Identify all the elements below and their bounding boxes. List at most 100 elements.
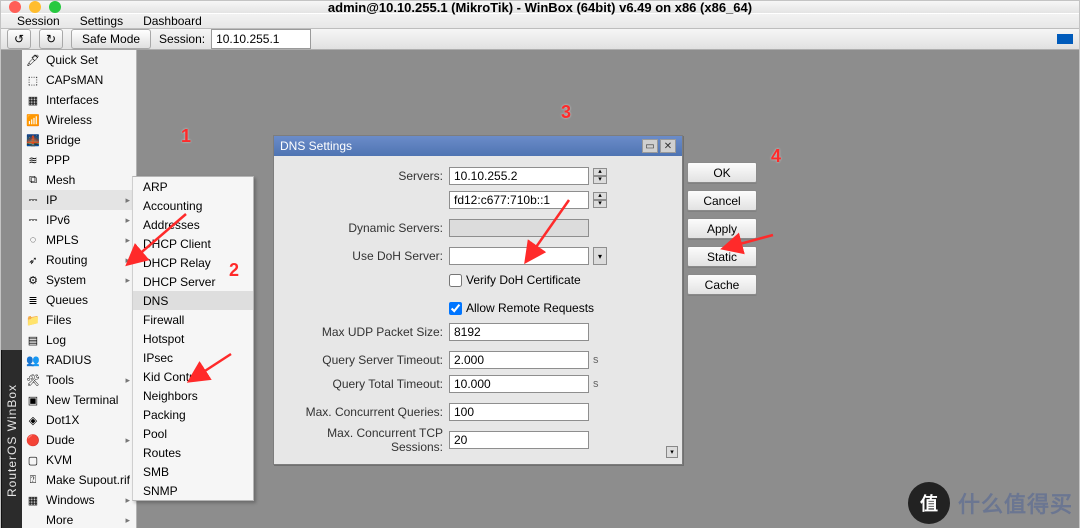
sidebar-icon: 📁 bbox=[26, 314, 40, 326]
submenu-item-packing[interactable]: Packing bbox=[133, 405, 253, 424]
annotation-4: 4 bbox=[771, 146, 781, 167]
submenu-item-dhcp-server[interactable]: DHCP Server bbox=[133, 272, 253, 291]
sidebar-item-ipv6[interactable]: ⎓IPv6▸ bbox=[22, 210, 136, 230]
cancel-button[interactable]: Cancel bbox=[687, 190, 757, 211]
sidebar-item-new-terminal[interactable]: ▣ New Terminal bbox=[22, 390, 136, 410]
sidebar-item-mpls[interactable]: ◌MPLS▸ bbox=[22, 230, 136, 250]
server1-stepper[interactable]: ▴▾ bbox=[593, 168, 607, 184]
titlebar[interactable]: admin@10.10.255.1 (MikroTik) - WinBox (6… bbox=[1, 1, 1079, 13]
sidebar-label: KVM bbox=[46, 453, 72, 467]
sidebar-label: Wireless bbox=[46, 113, 92, 127]
sidebar-item-files[interactable]: 📁Files bbox=[22, 310, 136, 330]
sidebar-item-dot1x[interactable]: ◈Dot1X bbox=[22, 410, 136, 430]
max-udp-input[interactable] bbox=[449, 323, 589, 341]
max-conc-tcp-input[interactable] bbox=[449, 431, 589, 449]
submenu-item-dhcp-client[interactable]: DHCP Client bbox=[133, 234, 253, 253]
cache-button[interactable]: Cache bbox=[687, 274, 757, 295]
doh-label: Use DoH Server: bbox=[284, 249, 449, 263]
sidebar-item-more[interactable]: More▸ bbox=[22, 510, 136, 528]
sidebar-item-ppp[interactable]: ≋PPP bbox=[22, 150, 136, 170]
apply-button[interactable]: Apply bbox=[687, 218, 757, 239]
submenu-item-ipsec[interactable]: IPsec bbox=[133, 348, 253, 367]
submenu-item-accounting[interactable]: Accounting bbox=[133, 196, 253, 215]
submenu-item-arp[interactable]: ARP bbox=[133, 177, 253, 196]
sidebar-label: New Terminal bbox=[46, 393, 118, 407]
vertical-brand: RouterOS WinBox bbox=[1, 350, 22, 528]
sidebar-label: Windows bbox=[46, 493, 95, 507]
query-server-to-label: Query Server Timeout: bbox=[284, 353, 449, 367]
dialog-minimize-icon[interactable]: ▭ bbox=[642, 139, 658, 153]
sidebar-item-radius[interactable]: 👥RADIUS bbox=[22, 350, 136, 370]
allow-remote-checkbox[interactable]: Allow Remote Requests bbox=[449, 301, 594, 315]
server1-input[interactable] bbox=[449, 167, 589, 185]
sidebar-item-mesh[interactable]: ⧉Mesh bbox=[22, 170, 136, 190]
doh-dropdown-icon[interactable]: ▾ bbox=[593, 247, 607, 265]
static-button[interactable]: Static bbox=[687, 246, 757, 267]
safe-mode-button[interactable]: Safe Mode bbox=[71, 29, 151, 49]
ok-button[interactable]: OK bbox=[687, 162, 757, 183]
submenu-item-dns[interactable]: DNS bbox=[133, 291, 253, 310]
maximize-icon[interactable] bbox=[49, 1, 61, 13]
sidebar-label: Dot1X bbox=[46, 413, 79, 427]
sidebar-item-quick-set[interactable]: 🖊Quick Set bbox=[22, 50, 136, 70]
submenu-item-hotspot[interactable]: Hotspot bbox=[133, 329, 253, 348]
sidebar-item-system[interactable]: ⚙System▸ bbox=[22, 270, 136, 290]
doh-server-input[interactable] bbox=[449, 247, 589, 265]
session-field[interactable] bbox=[211, 29, 311, 49]
annotation-1: 1 bbox=[181, 126, 191, 147]
dialog-close-icon[interactable]: ✕ bbox=[660, 139, 676, 153]
server2-stepper[interactable]: ▴▾ bbox=[593, 192, 607, 208]
watermark: 值 什么值得买 bbox=[908, 482, 1073, 524]
query-total-to-input[interactable] bbox=[449, 375, 589, 393]
ip-submenu: ARPAccountingAddressesDHCP ClientDHCP Re… bbox=[132, 176, 254, 501]
sidebar-item-tools[interactable]: 🛠Tools▸ bbox=[22, 370, 136, 390]
submenu-item-pool[interactable]: Pool bbox=[133, 424, 253, 443]
minimize-icon[interactable] bbox=[29, 1, 41, 13]
submenu-item-routes[interactable]: Routes bbox=[133, 443, 253, 462]
sidebar-label: IPv6 bbox=[46, 213, 70, 227]
verify-doh-checkbox[interactable]: Verify DoH Certificate bbox=[449, 273, 581, 287]
sidebar-label: More bbox=[46, 513, 73, 527]
sidebar-item-windows[interactable]: ▦Windows▸ bbox=[22, 490, 136, 510]
sidebar-item-routing[interactable]: ➶Routing▸ bbox=[22, 250, 136, 270]
submenu-item-snmp[interactable]: SNMP bbox=[133, 481, 253, 500]
sidebar-item-interfaces[interactable]: ▦Interfaces bbox=[22, 90, 136, 110]
undo-button[interactable]: ↺ bbox=[7, 29, 31, 49]
flag-icon[interactable] bbox=[1057, 34, 1073, 44]
sidebar-icon: ▣ bbox=[26, 394, 40, 406]
sidebar-label: System bbox=[46, 273, 86, 287]
submenu-item-neighbors[interactable]: Neighbors bbox=[133, 386, 253, 405]
sidebar-icon: ⎓ bbox=[26, 214, 40, 226]
sidebar-item-bridge[interactable]: 🌉Bridge bbox=[22, 130, 136, 150]
query-server-to-input[interactable] bbox=[449, 351, 589, 369]
submenu-item-kid-control[interactable]: Kid Control bbox=[133, 367, 253, 386]
submenu-item-dhcp-relay[interactable]: DHCP Relay bbox=[133, 253, 253, 272]
submenu-item-addresses[interactable]: Addresses bbox=[133, 215, 253, 234]
server2-input[interactable] bbox=[449, 191, 589, 209]
sidebar-item-queues[interactable]: ≣Queues bbox=[22, 290, 136, 310]
workspace: RouterOS WinBox 🖊Quick Set⬚CAPsMAN▦Inter… bbox=[1, 50, 1079, 528]
submenu-item-firewall[interactable]: Firewall bbox=[133, 310, 253, 329]
sidebar-item-log[interactable]: ▤Log bbox=[22, 330, 136, 350]
menu-dashboard[interactable]: Dashboard bbox=[133, 14, 212, 28]
sidebar-item-dude[interactable]: 🔴Dude▸ bbox=[22, 430, 136, 450]
sidebar-item-ip[interactable]: ⎓IP▸ bbox=[22, 190, 136, 210]
menu-session[interactable]: Session bbox=[7, 14, 70, 28]
sidebar-item-kvm[interactable]: ▢ KVM bbox=[22, 450, 136, 470]
close-icon[interactable] bbox=[9, 1, 21, 13]
menu-settings[interactable]: Settings bbox=[70, 14, 133, 28]
dialog-titlebar[interactable]: DNS Settings ▭ ✕ bbox=[274, 136, 682, 156]
sidebar-label: Dude bbox=[46, 433, 75, 447]
max-conc-q-input[interactable] bbox=[449, 403, 589, 421]
sidebar-item-wireless[interactable]: 📶Wireless bbox=[22, 110, 136, 130]
sidebar-icon: ▢ bbox=[26, 454, 40, 466]
annotation-3: 3 bbox=[561, 102, 571, 123]
sidebar-label: Interfaces bbox=[46, 93, 99, 107]
sidebar-label: Bridge bbox=[46, 133, 81, 147]
sidebar-item-make-supout-rif[interactable]: ⍰Make Supout.rif bbox=[22, 470, 136, 490]
sidebar-item-capsman[interactable]: ⬚CAPsMAN bbox=[22, 70, 136, 90]
scroll-down-icon[interactable]: ▾ bbox=[666, 446, 678, 458]
redo-button[interactable]: ↻ bbox=[39, 29, 63, 49]
servers-label: Servers: bbox=[284, 169, 449, 183]
submenu-item-smb[interactable]: SMB bbox=[133, 462, 253, 481]
